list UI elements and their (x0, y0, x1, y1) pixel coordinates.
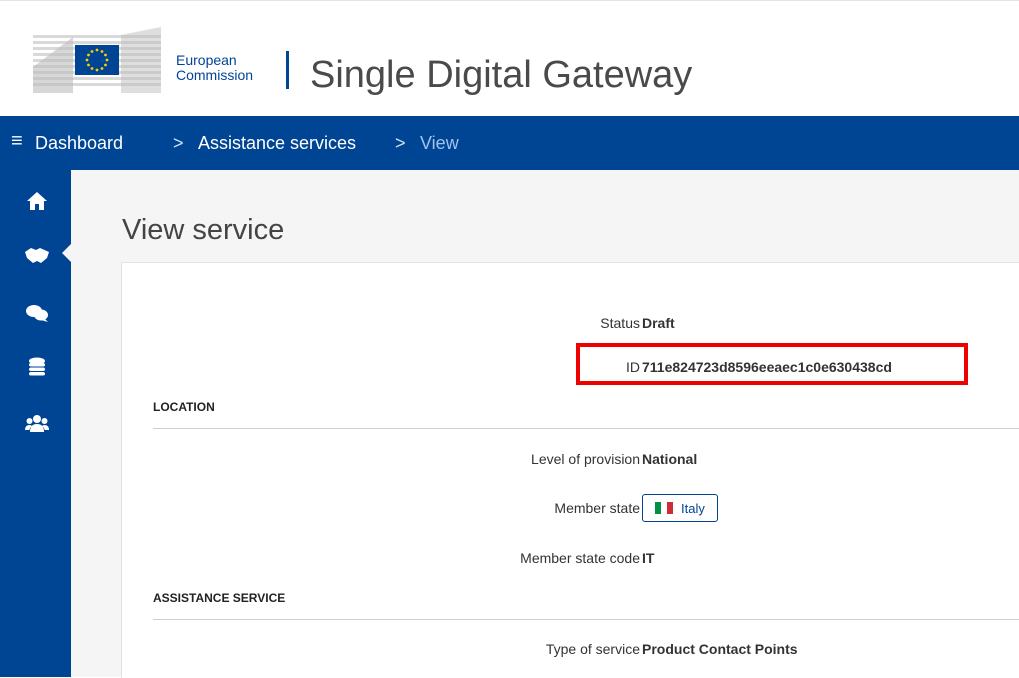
status-label: Status (600, 315, 640, 331)
member-state-code-value: IT (642, 550, 655, 566)
section-divider (153, 428, 1019, 429)
type-of-service-value: Product Contact Points (642, 641, 798, 657)
type-of-service-label: Type of service (545, 641, 640, 657)
member-state-code-row: Member state code IT (122, 546, 1019, 570)
chevron-right-icon: > (173, 133, 184, 153)
section-divider (153, 619, 1019, 620)
level-of-provision-label: Level of provision (531, 451, 640, 467)
logo-text: European Commission (176, 53, 253, 83)
sidebar-item-messages[interactable] (9, 286, 65, 340)
level-of-provision-row: Level of provision National (122, 447, 1019, 471)
sidebar-item-home[interactable] (9, 174, 65, 228)
main-content: View service Status Draft ID 711e824723d… (71, 170, 1019, 678)
sidebar-item-fees[interactable] (9, 340, 65, 394)
menu-icon[interactable]: ≡ (11, 130, 23, 152)
type-of-service-row: Type of service Product Contact Points (122, 637, 1019, 661)
member-state-badge[interactable]: Italy (642, 494, 718, 522)
member-state-code-label: Member state code (520, 550, 640, 566)
breadcrumb-assistance-services[interactable]: Assistance services (198, 132, 356, 154)
european-commission-logo[interactable] (33, 27, 161, 93)
site-title: Single Digital Gateway (310, 54, 693, 96)
logo-divider (286, 51, 289, 89)
id-highlight-box (576, 343, 968, 385)
active-indicator (62, 244, 71, 262)
service-details-card: Status Draft ID 711e824723d8596eeaec1c0e… (121, 262, 1019, 678)
handshake-icon (25, 248, 49, 263)
org-name-line1: European (176, 52, 237, 68)
italy-flag-icon (655, 502, 673, 514)
sidebar-item-users[interactable] (9, 396, 65, 450)
site-header: European Commission Single Digital Gatew… (0, 1, 1019, 116)
member-state-value: Italy (681, 500, 705, 516)
page-title: View service (122, 214, 285, 246)
member-state-label: Member state (554, 500, 640, 516)
sidebar (0, 170, 71, 677)
status-value: Draft (642, 315, 675, 331)
member-state-row: Member state Italy (122, 494, 1019, 522)
level-of-provision-value: National (642, 451, 698, 467)
users-icon (25, 415, 49, 432)
section-location: LOCATION (153, 400, 215, 414)
section-assistance-service: ASSISTANCE SERVICE (153, 591, 286, 605)
coins-icon (29, 357, 45, 376)
home-icon (27, 192, 47, 210)
org-name-line2: Commission (176, 67, 254, 83)
sidebar-item-assistance-services[interactable] (9, 228, 65, 282)
breadcrumb-view: View (420, 133, 459, 153)
comments-icon (26, 305, 48, 322)
breadcrumb-dashboard[interactable]: Dashboard (35, 132, 123, 154)
breadcrumb: ≡ Dashboard > Assistance services > View (0, 116, 1019, 170)
chevron-right-icon: > (395, 133, 406, 153)
status-row: Status Draft (122, 311, 1019, 335)
